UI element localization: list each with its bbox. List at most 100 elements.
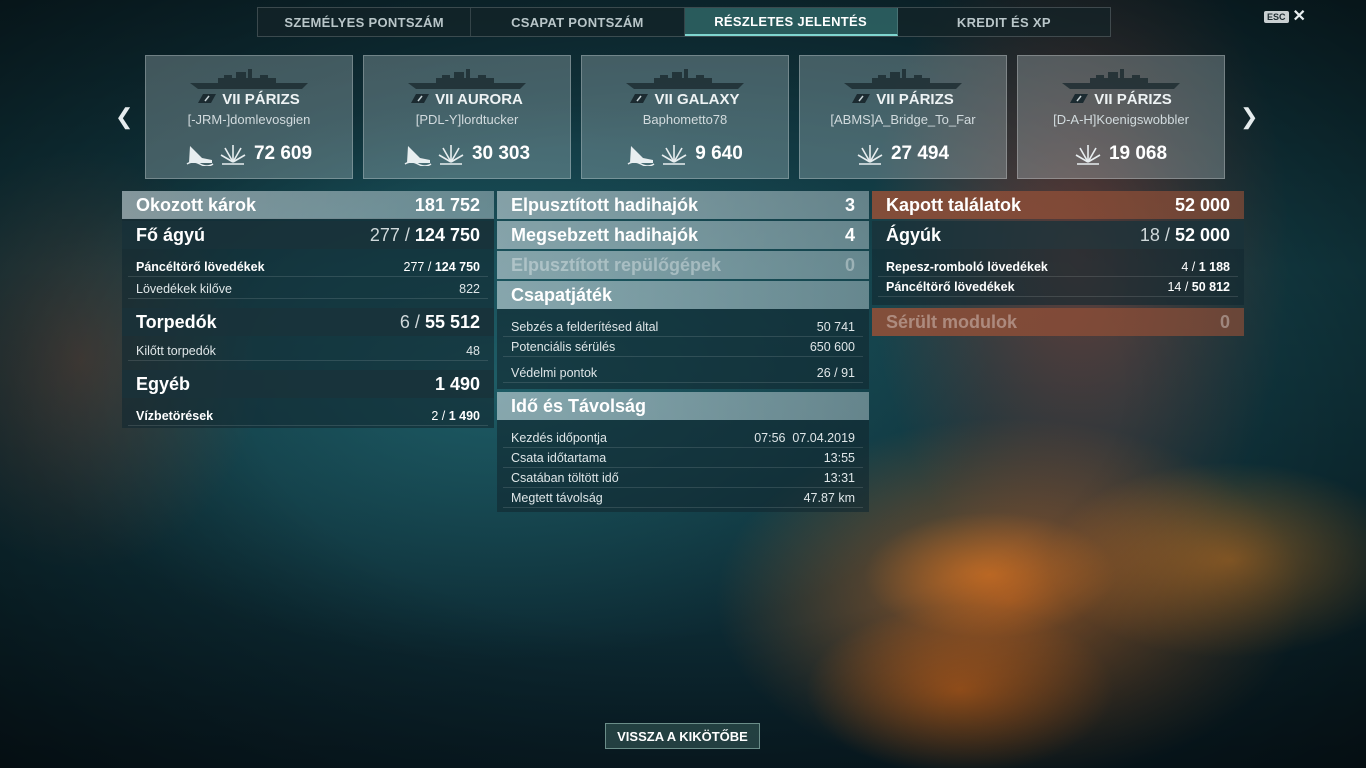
in-battle-time-row: Csatában töltött idő 13:31	[503, 468, 863, 488]
torpedoes-header: Torpedók 6 / 55 512	[122, 308, 494, 336]
destroyed-ships-label: Elpusztított hadihajók	[511, 194, 698, 215]
ship-card[interactable]: VII PÁRIZS [D-A-H]Koenigswobbler 19 068	[1017, 55, 1225, 179]
potential-damage-value: 650 600	[809, 339, 855, 354]
hits-received-value: 52 000	[1174, 194, 1230, 215]
damaged-modules-value: 0	[1219, 311, 1230, 332]
carousel-prev-arrow-icon[interactable]: ❮	[115, 106, 133, 128]
damage-caused-label: Okozott károk	[136, 194, 257, 215]
ap-shells-value: 124 750	[434, 259, 480, 274]
ship-silhouette-icon	[624, 68, 746, 90]
ship-card[interactable]: VII PÁRIZS [-JRM-]domlevosgien 72 609	[145, 55, 353, 179]
tab-credits-xp[interactable]: KREDIT ÉS XP	[898, 8, 1110, 36]
shells-fired-value: 822	[459, 281, 480, 296]
esc-key-badge: ESC	[1264, 11, 1289, 23]
distance-value: 47.87 km	[803, 490, 855, 505]
shells-fired-label: Lövedékek kilőve	[136, 281, 232, 296]
ship-class-icon	[411, 91, 435, 108]
ship-card[interactable]: VII GALAXY Baphometto78 9 640	[581, 55, 789, 179]
tab-personal-score[interactable]: SZEMÉLYES PONTSZÁM	[258, 8, 472, 36]
potential-damage-row: Potenciális sérülés 650 600	[503, 337, 863, 357]
damaged-ships-label: Megsebzett hadihajók	[511, 224, 699, 245]
destroyed-ships-header: Elpusztított hadihajók 3	[497, 191, 869, 219]
defense-points-label: Védelmi pontok	[511, 365, 598, 380]
damaged-modules-header: Sérült modulok 0	[872, 308, 1244, 336]
ship-damage-value: 30 303	[471, 143, 531, 164]
ship-destroyed-icon	[404, 142, 432, 166]
ship-damage-value: 19 068	[1108, 143, 1168, 164]
ship-silhouette-icon	[842, 68, 964, 90]
torps-fired-row: Kilőtt torpedók 48	[128, 341, 488, 361]
ship-name: VII PÁRIZS	[146, 91, 352, 108]
ship-silhouette-icon	[188, 68, 310, 90]
received-ap-row: Páncéltörő lövedékek 14 / 50 812	[878, 277, 1238, 297]
tab-detailed-report[interactable]: RÉSZLETES JELENTÉS	[684, 8, 898, 36]
damaged-ships-value: 4	[844, 224, 855, 245]
ship-card[interactable]: VII AURORA [PDL-Y]lordtucker 30 303	[363, 55, 571, 179]
damage-icon	[438, 142, 464, 166]
tab-team-score[interactable]: CSAPAT PONTSZÁM	[471, 8, 685, 36]
damaged-ships-header: Megsebzett hadihajók 4	[497, 221, 869, 249]
flooding-label: Vízbetörések	[136, 408, 214, 423]
flooding-hits: 2	[431, 408, 439, 423]
planes-destroyed-header: Elpusztított repülőgépek 0	[497, 251, 869, 279]
player-name: [-JRM-]domlevosgien	[187, 112, 311, 127]
ap-shells-label: Páncéltörő lövedékek	[136, 259, 265, 274]
defense-points-row: Védelmi pontok 26 / 91	[503, 363, 863, 383]
ship-stats: 27 494	[800, 142, 1006, 166]
start-time-row: Kezdés időpontja 07:56 07.04.2019	[503, 428, 863, 448]
ship-stats: 9 640	[582, 142, 788, 166]
player-name: Baphometto78	[642, 112, 728, 127]
received-guns-label: Ágyúk	[886, 224, 942, 245]
ship-name-text: VII PÁRIZS	[1094, 91, 1172, 108]
close-icon[interactable]: ✕	[1293, 9, 1306, 25]
damage-icon	[220, 142, 246, 166]
ship-name: VII AURORA	[364, 91, 570, 108]
time-distance-title: Idő és Távolság	[511, 395, 647, 416]
damage-icon	[857, 142, 883, 166]
torpedoes-label: Torpedók	[136, 311, 217, 332]
spotting-damage-label: Sebzés a felderítésed által	[511, 319, 659, 334]
carousel-next-arrow-icon[interactable]: ❯	[1240, 106, 1258, 128]
potential-damage-label: Potenciális sérülés	[511, 339, 616, 354]
other-header: Egyéb 1 490	[122, 370, 494, 398]
flooding-row: Vízbetörések 2 / 1 490	[128, 406, 488, 426]
damage-caused-value: 181 752	[414, 194, 480, 215]
close-control[interactable]: ESC ✕	[1264, 9, 1306, 25]
time-distance-header: Idő és Távolság	[497, 392, 869, 420]
player-name: [D-A-H]Koenigswobbler	[1053, 112, 1189, 127]
torpedoes-value: 55 512	[424, 311, 480, 332]
received-guns-hits: 18	[1139, 224, 1160, 245]
main-guns-value: 124 750	[414, 224, 480, 245]
shells-fired-row: Lövedékek kilőve 822	[128, 279, 488, 299]
planes-destroyed-value: 0	[844, 254, 855, 275]
teamplay-header: Csapatjáték	[497, 281, 869, 309]
planes-destroyed-label: Elpusztított repülőgépek	[511, 254, 722, 275]
ship-silhouette-icon	[406, 68, 528, 90]
ship-damage-value: 9 640	[695, 143, 743, 164]
ship-card[interactable]: VII PÁRIZS [ABMS]A_Bridge_To_Far 27 494	[799, 55, 1007, 179]
ship-class-icon	[630, 91, 654, 108]
defense-points-value: 26 / 91	[816, 365, 855, 380]
spotting-damage-value: 50 741	[816, 319, 855, 334]
spotting-damage-row: Sebzés a felderítésed által 50 741	[503, 317, 863, 337]
duration-value: 13:55	[823, 450, 855, 465]
received-ap-value: 50 812	[1191, 279, 1230, 294]
destroyed-ships-value: 3	[844, 194, 855, 215]
teamplay-title: Csapatjáték	[511, 284, 613, 305]
ship-name-text: VII PÁRIZS	[876, 91, 954, 108]
he-shells-hits: 4	[1181, 259, 1189, 274]
back-to-port-button[interactable]: VISSZA A KIKÖTŐBE	[605, 723, 760, 749]
ap-shells-hits: 277	[403, 259, 425, 274]
other-label: Egyéb	[136, 373, 191, 394]
in-battle-time-value: 13:31	[823, 470, 855, 485]
duration-label: Csata időtartama	[511, 450, 607, 465]
ship-name: VII PÁRIZS	[1018, 91, 1224, 108]
torps-fired-label: Kilőtt torpedók	[136, 343, 216, 358]
ship-name-text: VII PÁRIZS	[222, 91, 300, 108]
received-ap-label: Páncéltörő lövedékek	[886, 279, 1015, 294]
player-name: [PDL-Y]lordtucker	[415, 112, 519, 127]
ship-stats: 30 303	[364, 142, 570, 166]
ship-damage-value: 72 609	[253, 143, 313, 164]
ship-destroyed-icon	[627, 142, 655, 166]
ship-silhouette-icon	[1060, 68, 1182, 90]
